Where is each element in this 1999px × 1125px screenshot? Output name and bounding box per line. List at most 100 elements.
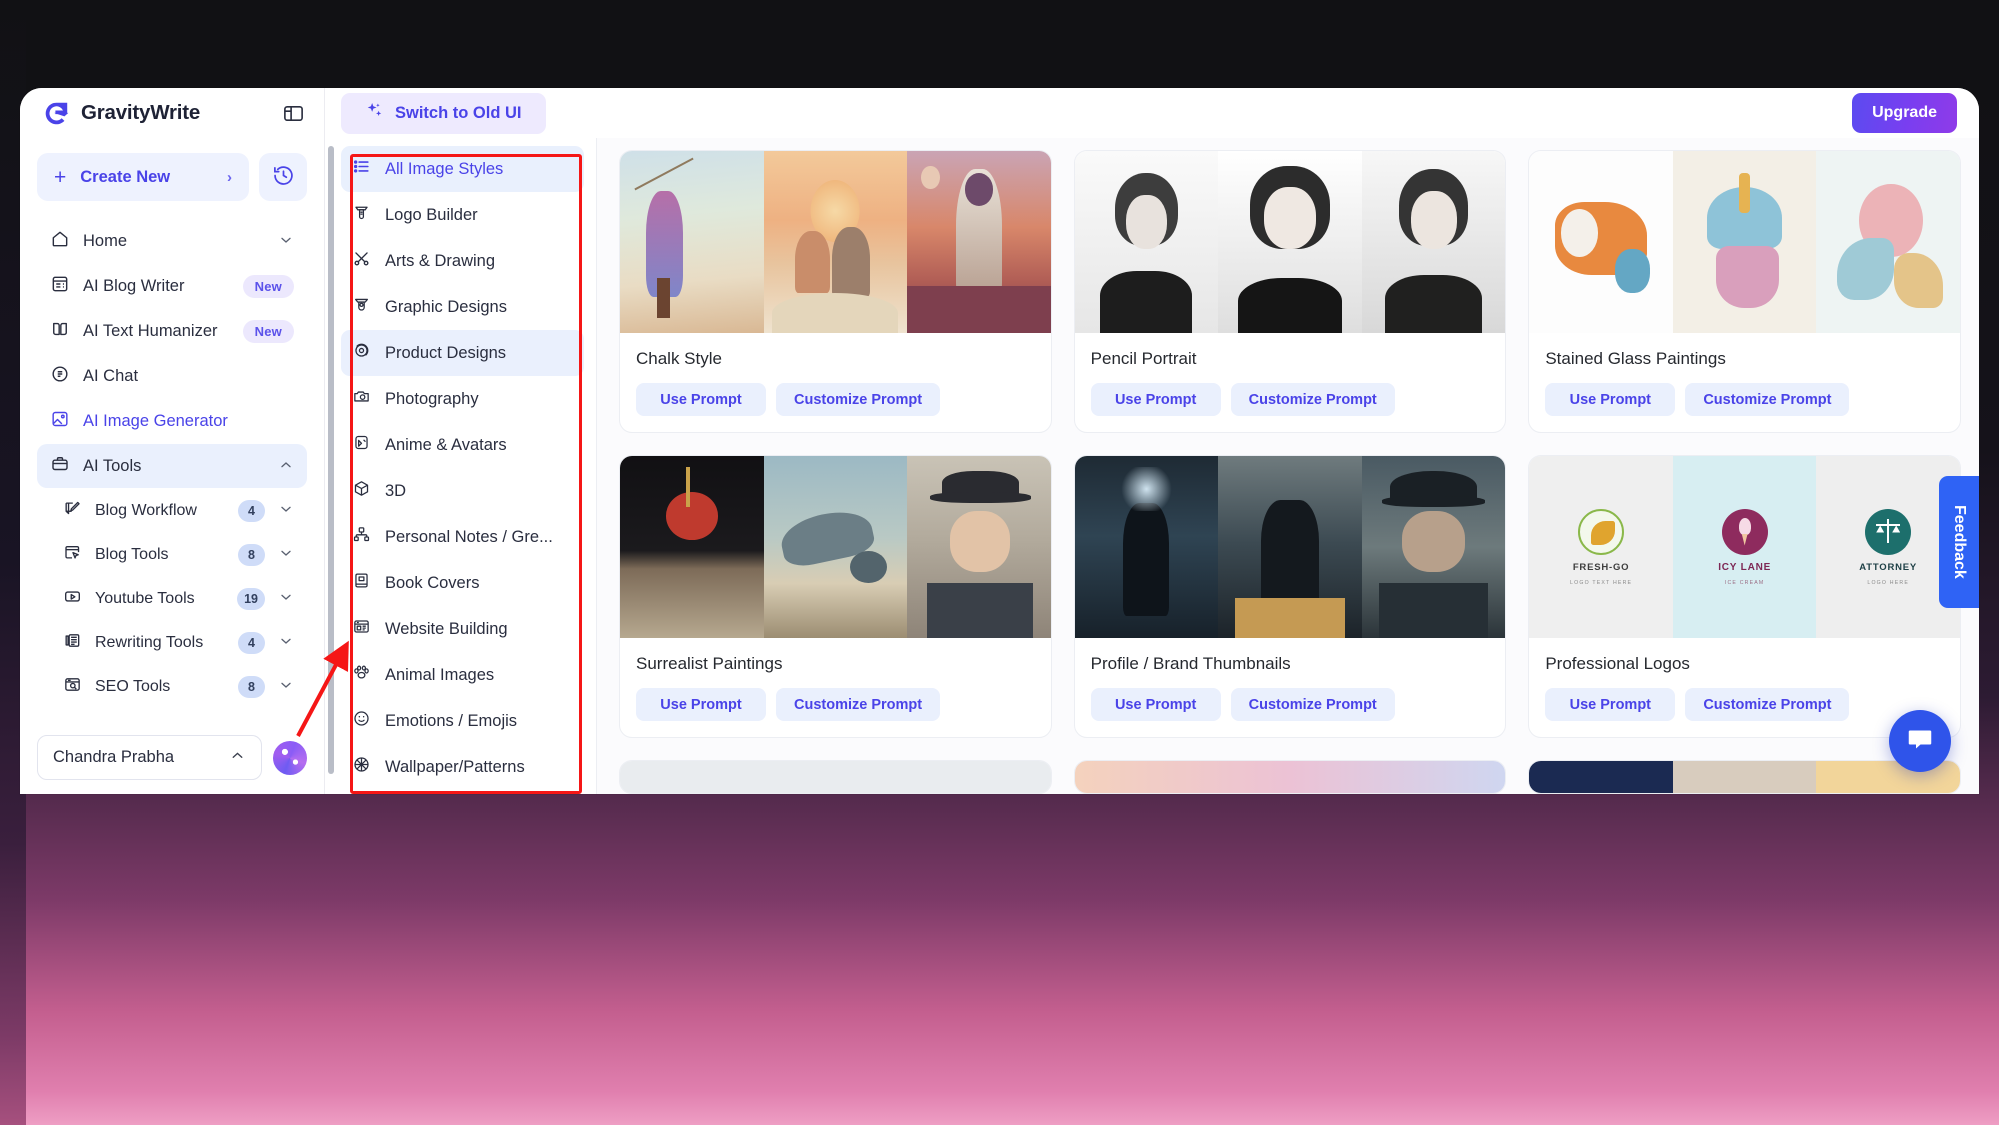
switch-to-old-ui-label: Switch to Old UI (395, 103, 522, 122)
card-actions: Use Prompt Customize Prompt (1075, 369, 1506, 432)
chevron-up-icon[interactable] (278, 457, 294, 476)
card-preview-images (1074, 761, 1506, 793)
sidebar-item-label: AI Image Generator (83, 411, 228, 430)
chevron-down-icon[interactable] (278, 501, 294, 522)
sidebar-item-ai-tools[interactable]: AI Tools (37, 444, 307, 488)
cards-grid: Chalk Style Use Prompt Customize Prompt (619, 150, 1961, 794)
chevron-down-icon[interactable] (278, 633, 294, 654)
style-item-label: Emotions / Emojis (385, 711, 518, 730)
history-button[interactable] (259, 153, 307, 201)
panel-scrollbar[interactable] (328, 146, 334, 774)
sidebar-item-label: AI Text Humanizer (83, 321, 218, 340)
create-new-label: Create New (80, 167, 171, 186)
upgrade-button[interactable]: Upgrade (1852, 93, 1957, 133)
animal-icon (352, 663, 371, 687)
logo-name: ICY LANE (1718, 561, 1772, 573)
sidebar-item-ai-image-generator[interactable]: AI Image Generator (37, 399, 307, 443)
customize-prompt-button[interactable]: Customize Prompt (776, 688, 941, 721)
sidebar-item-ai-text-humanizer[interactable]: AI Text Humanizer New (37, 309, 307, 353)
customize-prompt-button[interactable]: Customize Prompt (1685, 383, 1850, 416)
use-prompt-button[interactable]: Use Prompt (1090, 383, 1221, 416)
style-card[interactable]: Profile / Brand Thumbnails Use Prompt Cu… (1073, 455, 1507, 738)
style-item-book-covers[interactable]: Book Covers (341, 560, 584, 606)
card-preview-images (1529, 151, 1960, 333)
use-prompt-button[interactable]: Use Prompt (1090, 688, 1221, 721)
style-item-arts-drawing[interactable]: Arts & Drawing (341, 238, 584, 284)
card-preview-images (620, 456, 1051, 638)
sidebar-subitem-seo-tools[interactable]: SEO Tools 8 (37, 665, 307, 709)
style-item-graphic-designs[interactable]: Graphic Designs (341, 284, 584, 330)
count-badge: 19 (237, 588, 265, 610)
sidebar-item-ai-chat[interactable]: AI Chat (37, 354, 307, 398)
style-item-emotions-emojis[interactable]: Emotions / Emojis (341, 698, 584, 744)
feedback-tab[interactable]: Feedback (1939, 476, 1979, 608)
use-prompt-button[interactable]: Use Prompt (636, 688, 766, 721)
style-item-label: All Image Styles (385, 159, 504, 178)
sidebar-subitem-rewriting-tools[interactable]: Rewriting Tools 4 (37, 621, 307, 665)
sidebar-item-home[interactable]: Home (37, 219, 307, 263)
style-item-label: Wallpaper/Patterns (385, 757, 525, 776)
panel-layout-icon[interactable] (280, 100, 306, 126)
sparkle-icon (365, 101, 384, 125)
sidebar-subitem-blog-workflow[interactable]: Blog Workflow 4 (37, 489, 307, 533)
list-icon (352, 157, 371, 181)
cube-icon (352, 479, 371, 503)
customize-prompt-button[interactable]: Customize Prompt (1230, 383, 1395, 416)
logo-builder-icon (352, 203, 371, 227)
customize-prompt-button[interactable]: Customize Prompt (1685, 688, 1850, 721)
style-card[interactable]: Stained Glass Paintings Use Prompt Custo… (1528, 150, 1961, 433)
sidebar-subitem-blog-tools[interactable]: Blog Tools 8 (37, 533, 307, 577)
style-card[interactable]: FRESH-GO LOGO TEXT HERE ICY LANE ICE CRE… (1528, 455, 1961, 738)
style-item-wallpaper-patterns[interactable]: Wallpaper/Patterns (341, 744, 584, 790)
style-card[interactable] (1528, 760, 1961, 794)
brand-name: GravityWrite (81, 101, 201, 124)
chevron-down-icon[interactable] (278, 589, 294, 610)
style-item-anime-avatars[interactable]: Anime & Avatars (341, 422, 584, 468)
customize-prompt-button[interactable]: Customize Prompt (1230, 688, 1395, 721)
use-prompt-button[interactable]: Use Prompt (1545, 688, 1676, 721)
sidebar-subitem-label: SEO Tools (95, 678, 171, 695)
preview-image (620, 761, 1051, 793)
style-item-label: Arts & Drawing (385, 251, 496, 270)
account-selector[interactable]: Chandra Prabha (37, 735, 262, 780)
chevron-down-icon[interactable] (278, 677, 294, 698)
preview-image (1672, 761, 1817, 793)
avatar[interactable] (273, 740, 307, 775)
switch-to-old-ui-button[interactable]: Switch to Old UI (341, 92, 546, 134)
style-item-all-image-styles[interactable]: All Image Styles (341, 146, 584, 192)
style-item-product-designs[interactable]: Product Designs (341, 330, 584, 376)
play-box-icon (63, 587, 82, 611)
card-actions: Use Prompt Customize Prompt (620, 369, 1051, 432)
style-card[interactable]: Pencil Portrait Use Prompt Customize Pro… (1073, 150, 1507, 433)
chat-bubble-icon (1905, 724, 1935, 759)
book-icon (352, 571, 371, 595)
notes-icon (352, 525, 371, 549)
style-card[interactable]: Chalk Style Use Prompt Customize Prompt (619, 150, 1052, 433)
wallpaper-icon (352, 755, 371, 779)
chevron-down-icon[interactable] (278, 232, 294, 251)
customize-prompt-button[interactable]: Customize Prompt (776, 383, 941, 416)
style-item-label: 3D (385, 481, 407, 500)
preview-image (1529, 151, 1673, 333)
style-item-3d[interactable]: 3D (341, 468, 584, 514)
style-item-photography[interactable]: Photography (341, 376, 584, 422)
brand-zone: GravityWrite (20, 88, 325, 138)
preview-image (1816, 151, 1960, 333)
style-item-animal-images[interactable]: Animal Images (341, 652, 584, 698)
style-item-logo-builder[interactable]: Logo Builder (341, 192, 584, 238)
chat-button[interactable] (1889, 710, 1951, 772)
preview-image (620, 151, 764, 333)
preview-image (1218, 456, 1362, 638)
use-prompt-button[interactable]: Use Prompt (636, 383, 766, 416)
chevron-down-icon[interactable] (278, 545, 294, 566)
style-item-personal-notes-greetings[interactable]: Personal Notes / Gre... (341, 514, 584, 560)
sidebar-item-ai-blog-writer[interactable]: AI Blog Writer New (37, 264, 307, 308)
sidebar-subitem-youtube-tools[interactable]: Youtube Tools 19 (37, 577, 307, 621)
style-card[interactable] (619, 760, 1052, 794)
use-prompt-button[interactable]: Use Prompt (1545, 383, 1676, 416)
style-item-website-building[interactable]: Website Building (341, 606, 584, 652)
cursor-window-icon (63, 543, 82, 567)
create-new-button[interactable]: + Create New › (37, 153, 249, 201)
style-card[interactable] (1073, 760, 1507, 794)
style-card[interactable]: Surrealist Paintings Use Prompt Customiz… (619, 455, 1052, 738)
